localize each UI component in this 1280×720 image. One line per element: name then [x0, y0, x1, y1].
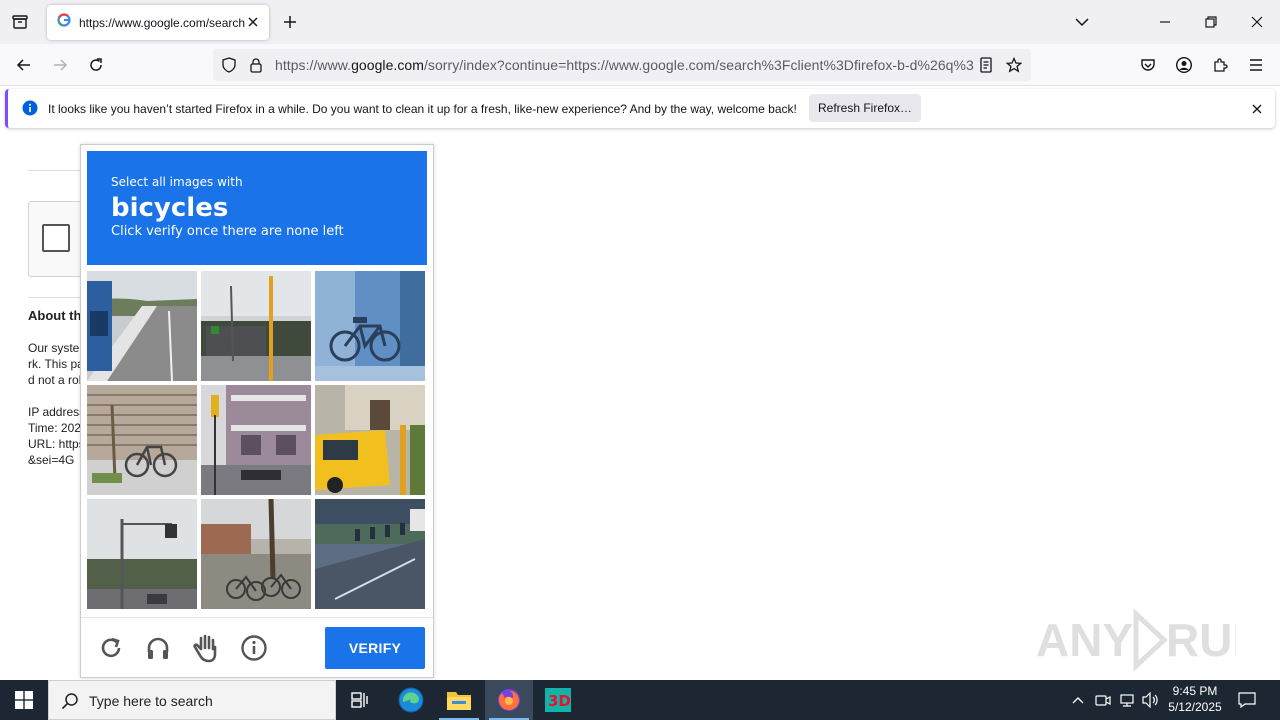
audio-headphones-icon[interactable]: [142, 632, 174, 664]
image-tile[interactable]: [315, 385, 425, 495]
3d-viewer-icon[interactable]: 3D: [534, 680, 582, 720]
google-favicon-icon: [57, 13, 71, 32]
show-hidden-icons-chevron-up-icon[interactable]: [1068, 690, 1088, 710]
notification-center-icon[interactable]: [1232, 680, 1262, 720]
challenge-instruction: Click verify once there are none left: [111, 224, 344, 239]
image-tile[interactable]: [87, 385, 197, 495]
windows-taskbar: Type here to search 3D 9:45 PM 5/12/2025: [0, 680, 1280, 720]
clock-time: 9:45 PM: [1172, 684, 1218, 698]
anyrun-logo-icon: ANY RUN: [1036, 608, 1266, 672]
image-tile[interactable]: [201, 271, 311, 381]
recaptcha-widget: [28, 201, 88, 277]
image-tile[interactable]: [315, 499, 425, 609]
recaptcha-checkbox[interactable]: [42, 224, 70, 252]
file-explorer-icon[interactable]: [435, 680, 483, 720]
divider: [28, 170, 88, 171]
challenge-header: Select all images with bicycles Click ve…: [87, 151, 427, 265]
image-tile[interactable]: [87, 499, 197, 609]
windows-start-icon[interactable]: [0, 680, 48, 720]
hand-icon[interactable]: [190, 632, 222, 664]
tracking-shield-icon[interactable]: [221, 57, 237, 78]
svg-text:3D: 3D: [548, 692, 571, 710]
sei-line: &sei=4G: [28, 453, 75, 467]
image-tile[interactable]: [201, 385, 311, 495]
reload-challenge-icon[interactable]: [95, 632, 127, 664]
recaptcha-challenge: Select all images with bicycles Click ve…: [80, 144, 434, 678]
url-path: /sorry/index?continue=https://www.google…: [423, 57, 975, 73]
bookmark-star-icon[interactable]: [1005, 56, 1023, 78]
time-line: Time: 2025: [28, 421, 80, 435]
url-host: google.com: [351, 57, 424, 73]
challenge-prefix: Select all images with: [111, 175, 243, 189]
taskbar-search-box[interactable]: Type here to search: [48, 680, 336, 720]
url-line: URL: https://: [28, 437, 80, 451]
close-notification-icon[interactable]: [1248, 100, 1266, 118]
svg-text:RUN: RUN: [1166, 614, 1236, 666]
task-view-icon[interactable]: [336, 680, 384, 720]
address-bar[interactable]: https://www.google.com/sorry/index?conti…: [213, 49, 1031, 81]
account-icon[interactable]: [1172, 53, 1196, 77]
system-clock[interactable]: 9:45 PM 5/12/2025: [1160, 683, 1230, 715]
refresh-firefox-button[interactable]: Refresh Firefox…: [809, 94, 921, 122]
forward-arrow-icon[interactable]: [48, 53, 72, 77]
navigation-toolbar: https://www.google.com/sorry/index?conti…: [0, 44, 1280, 86]
svg-text:ANY: ANY: [1036, 614, 1133, 666]
page-text-line: d not a robot.: [28, 373, 80, 387]
tab-title: https://www.google.com/search?client=fir…: [79, 15, 245, 30]
refresh-firefox-notification: It looks like you haven’t started Firefo…: [5, 89, 1275, 128]
image-tile[interactable]: [87, 271, 197, 381]
challenge-footer: VERIFY: [81, 617, 433, 677]
anyrun-watermark: ANY RUN: [1036, 608, 1266, 672]
image-tile[interactable]: [315, 271, 425, 381]
menu-hamburger-icon[interactable]: [1244, 53, 1268, 77]
new-tab-icon[interactable]: [280, 11, 300, 33]
minimize-icon[interactable]: [1150, 8, 1180, 36]
page-text-line: Our systems have detected unusual traffi…: [28, 341, 80, 355]
network-icon[interactable]: [1117, 690, 1137, 710]
reader-view-icon[interactable]: [979, 57, 993, 78]
close-tab-icon[interactable]: [245, 14, 261, 30]
restore-icon[interactable]: [1196, 8, 1226, 36]
firefox-icon[interactable]: [485, 680, 533, 720]
search-icon: [61, 692, 79, 715]
verify-button[interactable]: VERIFY: [325, 627, 425, 669]
tab-manager-icon[interactable]: [8, 10, 32, 34]
edge-browser-icon[interactable]: [387, 680, 435, 720]
back-arrow-icon[interactable]: [12, 53, 36, 77]
url-text: https://www.google.com/sorry/index?conti…: [275, 57, 975, 73]
chevron-down-icon[interactable]: [1072, 12, 1092, 32]
ip-address-line: IP address:: [28, 405, 80, 419]
divider: [28, 297, 88, 298]
challenge-object: bicycles: [111, 193, 229, 223]
about-heading: About this page: [28, 308, 80, 323]
lock-icon[interactable]: [249, 57, 263, 78]
reload-icon[interactable]: [84, 53, 108, 77]
notification-message: It looks like you haven’t started Firefo…: [48, 102, 797, 116]
volume-icon[interactable]: [1141, 690, 1161, 710]
pocket-icon[interactable]: [1136, 53, 1160, 77]
close-window-icon[interactable]: [1242, 8, 1272, 36]
browser-tab[interactable]: https://www.google.com/search?client=fir…: [47, 5, 269, 40]
clock-date: 5/12/2025: [1168, 700, 1222, 714]
image-tile[interactable]: [201, 499, 311, 609]
image-grid: [87, 271, 427, 611]
extensions-puzzle-icon[interactable]: [1208, 53, 1232, 77]
url-prefix: https://www.: [275, 57, 352, 73]
page-text-line: rk. This page checks to see if it's real…: [28, 357, 80, 371]
tab-strip: https://www.google.com/search?client=fir…: [0, 0, 1280, 44]
meet-now-icon[interactable]: [1093, 690, 1113, 710]
taskbar-search-placeholder: Type here to search: [89, 693, 213, 709]
info-icon: [22, 100, 38, 121]
info-circle-icon[interactable]: [238, 632, 270, 664]
